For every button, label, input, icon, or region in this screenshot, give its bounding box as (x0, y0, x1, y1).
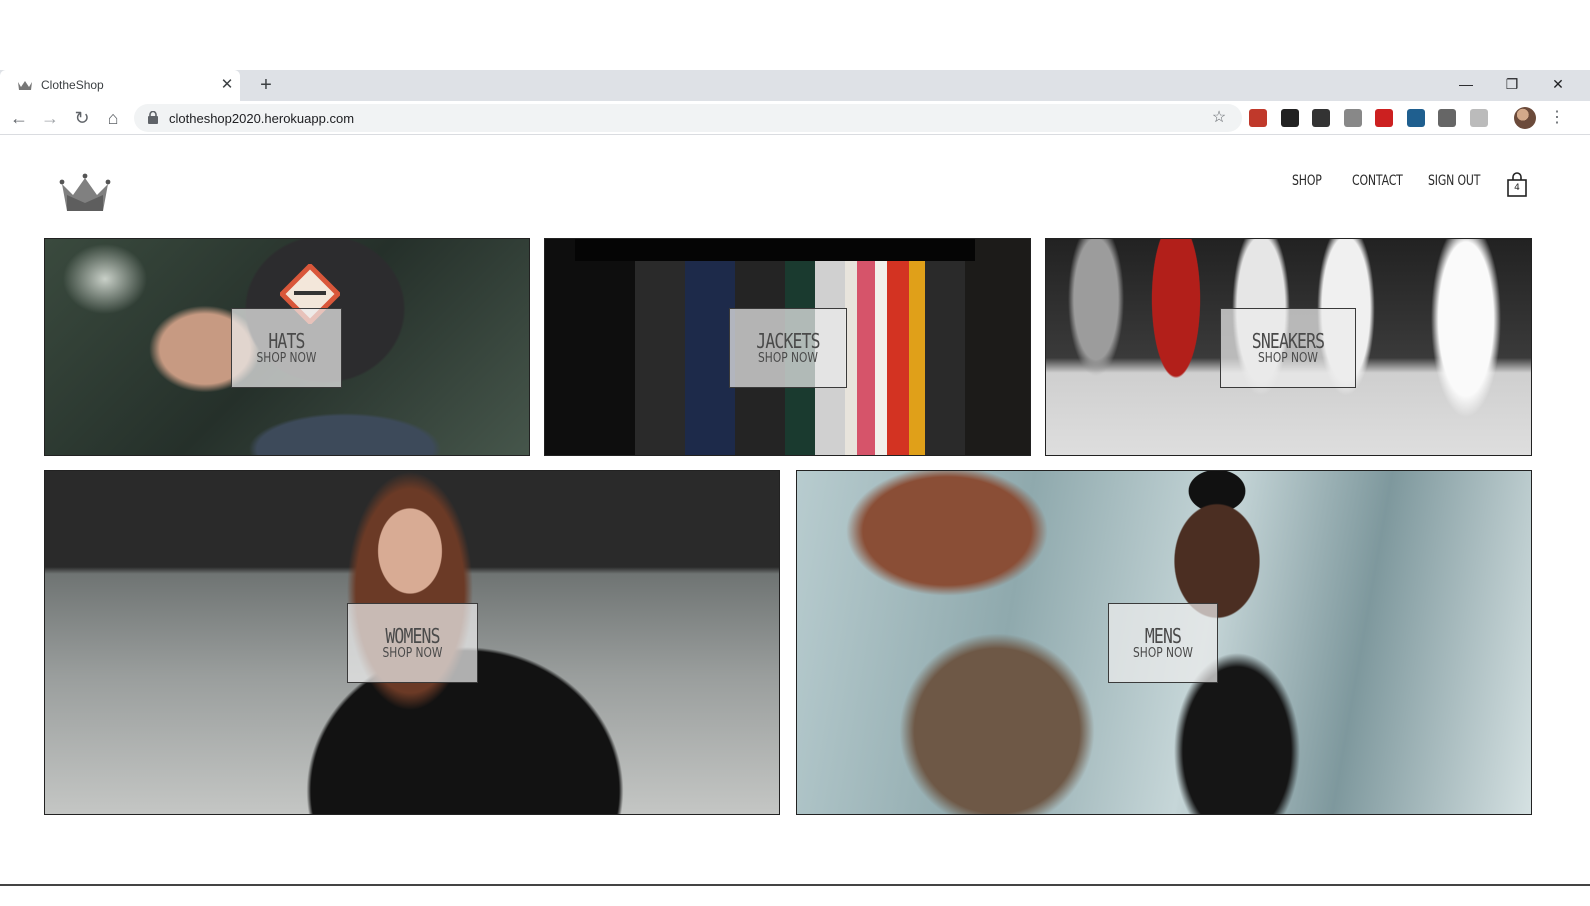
womens-title: WOMENS (385, 624, 440, 648)
category-tile-hats[interactable]: HATS SHOP NOW (44, 238, 530, 456)
tab-strip: ClotheShop ✕ + — ❐ ✕ (0, 70, 1590, 101)
forward-button[interactable]: → (37, 105, 63, 131)
reload-button[interactable]: ↻ (69, 105, 95, 131)
url-text: clotheshop2020.herokuapp.com (169, 111, 355, 126)
hats-title: HATS (268, 329, 305, 353)
tab-close-icon[interactable]: ✕ (217, 75, 237, 95)
browser-toolbar: ← → ↻ ⌂ clotheshop2020.herokuapp.com ☆ ⋮ (0, 101, 1590, 135)
sneakers-shop-now: SHOP NOW (1258, 351, 1318, 366)
power-icon[interactable] (1343, 109, 1362, 127)
jackets-label-box[interactable]: JACKETS SHOP NOW (729, 308, 847, 388)
tab-title: ClotheShop (41, 78, 104, 92)
nav-signout-link[interactable]: SIGN OUT (1428, 173, 1480, 189)
profile-avatar[interactable] (1514, 107, 1536, 129)
buffer-icon[interactable] (1280, 109, 1299, 127)
category-tile-jackets[interactable]: JACKETS SHOP NOW (544, 238, 1031, 456)
jackets-title: JACKETS (756, 329, 820, 353)
category-tile-womens[interactable]: WOMENS SHOP NOW (44, 470, 780, 815)
nav-shop-link[interactable]: SHOP (1292, 173, 1322, 189)
bookmark-star-icon[interactable]: ☆ (1209, 108, 1229, 128)
page-bottom-edge (0, 884, 1590, 886)
category-tile-sneakers[interactable]: SNEAKERS SHOP NOW (1045, 238, 1532, 456)
lock-icon (148, 111, 158, 124)
cart-count: 4 (1514, 183, 1520, 193)
code-icon[interactable] (1438, 109, 1456, 127)
hats-shop-now: SHOP NOW (256, 351, 317, 366)
address-bar[interactable]: clotheshop2020.herokuapp.com ☆ (134, 104, 1242, 132)
mens-label-box[interactable]: MENS SHOP NOW (1108, 603, 1218, 683)
category-tile-mens[interactable]: MENS SHOP NOW (796, 470, 1532, 815)
jackets-shop-now: SHOP NOW (758, 351, 818, 366)
sneakers-title: SNEAKERS (1251, 329, 1325, 353)
womens-label-box[interactable]: WOMENS SHOP NOW (347, 603, 478, 683)
bolt-icon[interactable] (1312, 109, 1330, 127)
tab-clotheshop[interactable]: ClotheShop ✕ (0, 70, 240, 101)
browser-menu-icon[interactable]: ⋮ (1547, 107, 1567, 129)
shopping-bag-icon[interactable]: 4 (1505, 172, 1529, 198)
crown-favicon-icon (18, 81, 32, 90)
close-window-button[interactable]: ✕ (1535, 70, 1581, 98)
ublock-icon[interactable] (1249, 109, 1267, 127)
nav-contact-link[interactable]: CONTACT (1352, 173, 1403, 189)
mens-title: MENS (1144, 624, 1182, 648)
crown-logo[interactable] (58, 173, 112, 213)
womens-shop-now: SHOP NOW (382, 646, 443, 661)
home-button[interactable]: ⌂ (100, 105, 126, 131)
puzzle-icon[interactable] (1469, 109, 1488, 127)
new-tab-button[interactable]: + (254, 73, 278, 97)
minimize-button[interactable]: — (1443, 70, 1489, 98)
top-blank-area (0, 0, 1590, 70)
sneakers-label-box[interactable]: SNEAKERS SHOP NOW (1220, 308, 1356, 388)
restore-button[interactable]: ❐ (1489, 70, 1535, 98)
lastpass-icon[interactable] (1375, 109, 1393, 127)
hats-label-box[interactable]: HATS SHOP NOW (231, 308, 342, 388)
react-devtools-icon[interactable] (1406, 109, 1425, 127)
mens-shop-now: SHOP NOW (1133, 646, 1193, 661)
back-button[interactable]: ← (6, 105, 32, 131)
rack-shadow (575, 239, 975, 261)
